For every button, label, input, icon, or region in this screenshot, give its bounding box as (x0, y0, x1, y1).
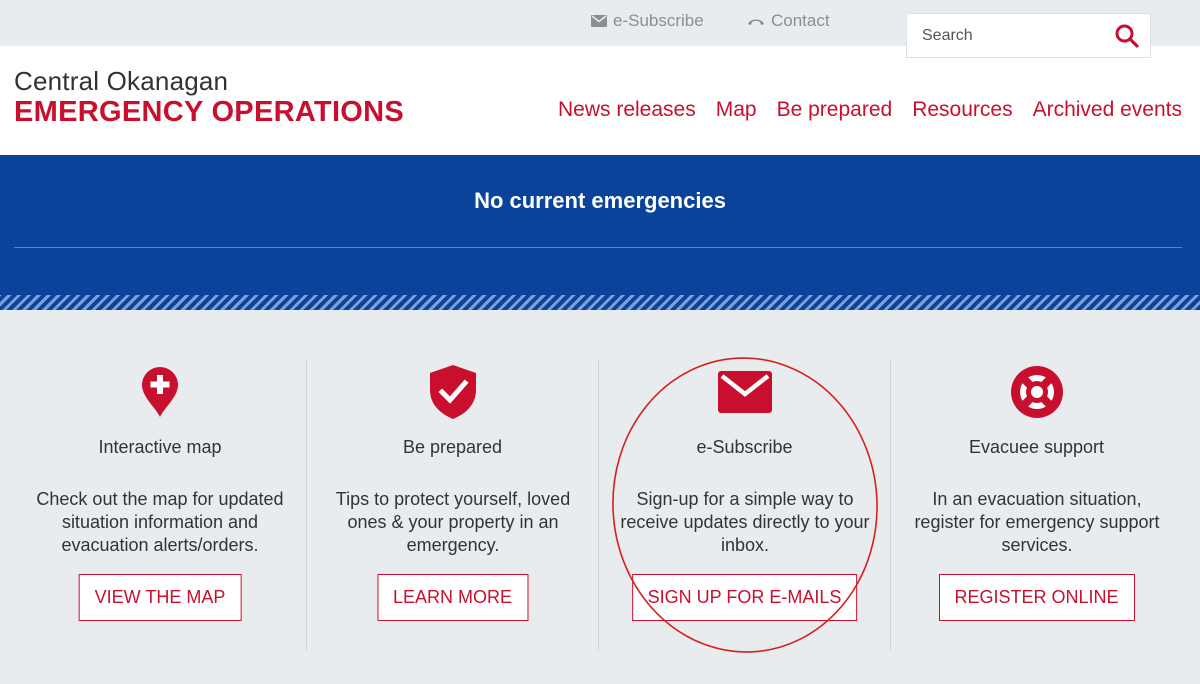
shield-check-icon (429, 365, 476, 419)
card-be-prepared: Be prepared Tips to protect yourself, lo… (306, 360, 598, 650)
sign-up-emails-button[interactable]: SIGN UP FOR E-MAILS (631, 574, 858, 621)
card-interactive-map: Interactive map Check out the map for up… (14, 360, 306, 650)
card-title: Interactive map (98, 437, 222, 457)
nav-be-prepared[interactable]: Be prepared (777, 98, 893, 122)
nav-resources[interactable]: Resources (912, 98, 1012, 122)
register-online-button[interactable]: REGISTER ONLINE (938, 574, 1135, 621)
learn-more-button[interactable]: LEARN MORE (376, 574, 529, 621)
site-header: Central Okanagan EMERGENCY OPERATIONS Ne… (0, 46, 1200, 155)
search-icon[interactable] (1114, 23, 1140, 49)
feature-cards: Interactive map Check out the map for up… (0, 310, 1200, 684)
status-banner: No current emergencies (0, 155, 1200, 295)
banner-divider (14, 247, 1182, 248)
card-description: Check out the map for updated situation … (36, 489, 284, 555)
contact-link[interactable]: Contact (747, 11, 830, 31)
brand-line-2[interactable]: EMERGENCY OPERATIONS (14, 96, 404, 129)
lifebuoy-icon (1010, 366, 1063, 418)
e-subscribe-link[interactable]: e-Subscribe (591, 11, 704, 31)
envelope-icon (717, 371, 772, 413)
main-nav: News releases Map Be prepared Resources … (558, 98, 1182, 122)
e-subscribe-label: e-Subscribe (613, 11, 704, 30)
map-pin-plus-icon (142, 367, 178, 417)
card-e-subscribe: e-Subscribe Sign-up for a simple way to … (598, 360, 890, 650)
card-title: Evacuee support (968, 437, 1105, 457)
envelope-icon (591, 15, 607, 27)
view-map-button[interactable]: VIEW THE MAP (78, 574, 242, 621)
nav-news-releases[interactable]: News releases (558, 98, 696, 122)
card-description: Sign-up for a simple way to receive upda… (620, 489, 870, 555)
banner-title: No current emergencies (474, 188, 726, 213)
card-evacuee-support: Evacuee support In an evacuation situati… (890, 360, 1182, 650)
card-description: In an evacuation situation, register for… (914, 489, 1160, 555)
brand-line-1[interactable]: Central Okanagan (14, 66, 228, 97)
search-input[interactable] (907, 26, 1107, 45)
card-title: e-Subscribe (696, 437, 793, 457)
banner-stripe (0, 295, 1200, 310)
nav-archived-events[interactable]: Archived events (1033, 98, 1182, 122)
search-box (906, 13, 1151, 58)
utility-bar: e-Subscribe Contact (0, 0, 1200, 58)
phone-icon (748, 19, 764, 25)
card-title: Be prepared (402, 437, 503, 457)
card-description: Tips to protect yourself, loved ones & y… (335, 489, 571, 555)
contact-label: Contact (771, 11, 830, 30)
nav-map[interactable]: Map (716, 98, 757, 122)
